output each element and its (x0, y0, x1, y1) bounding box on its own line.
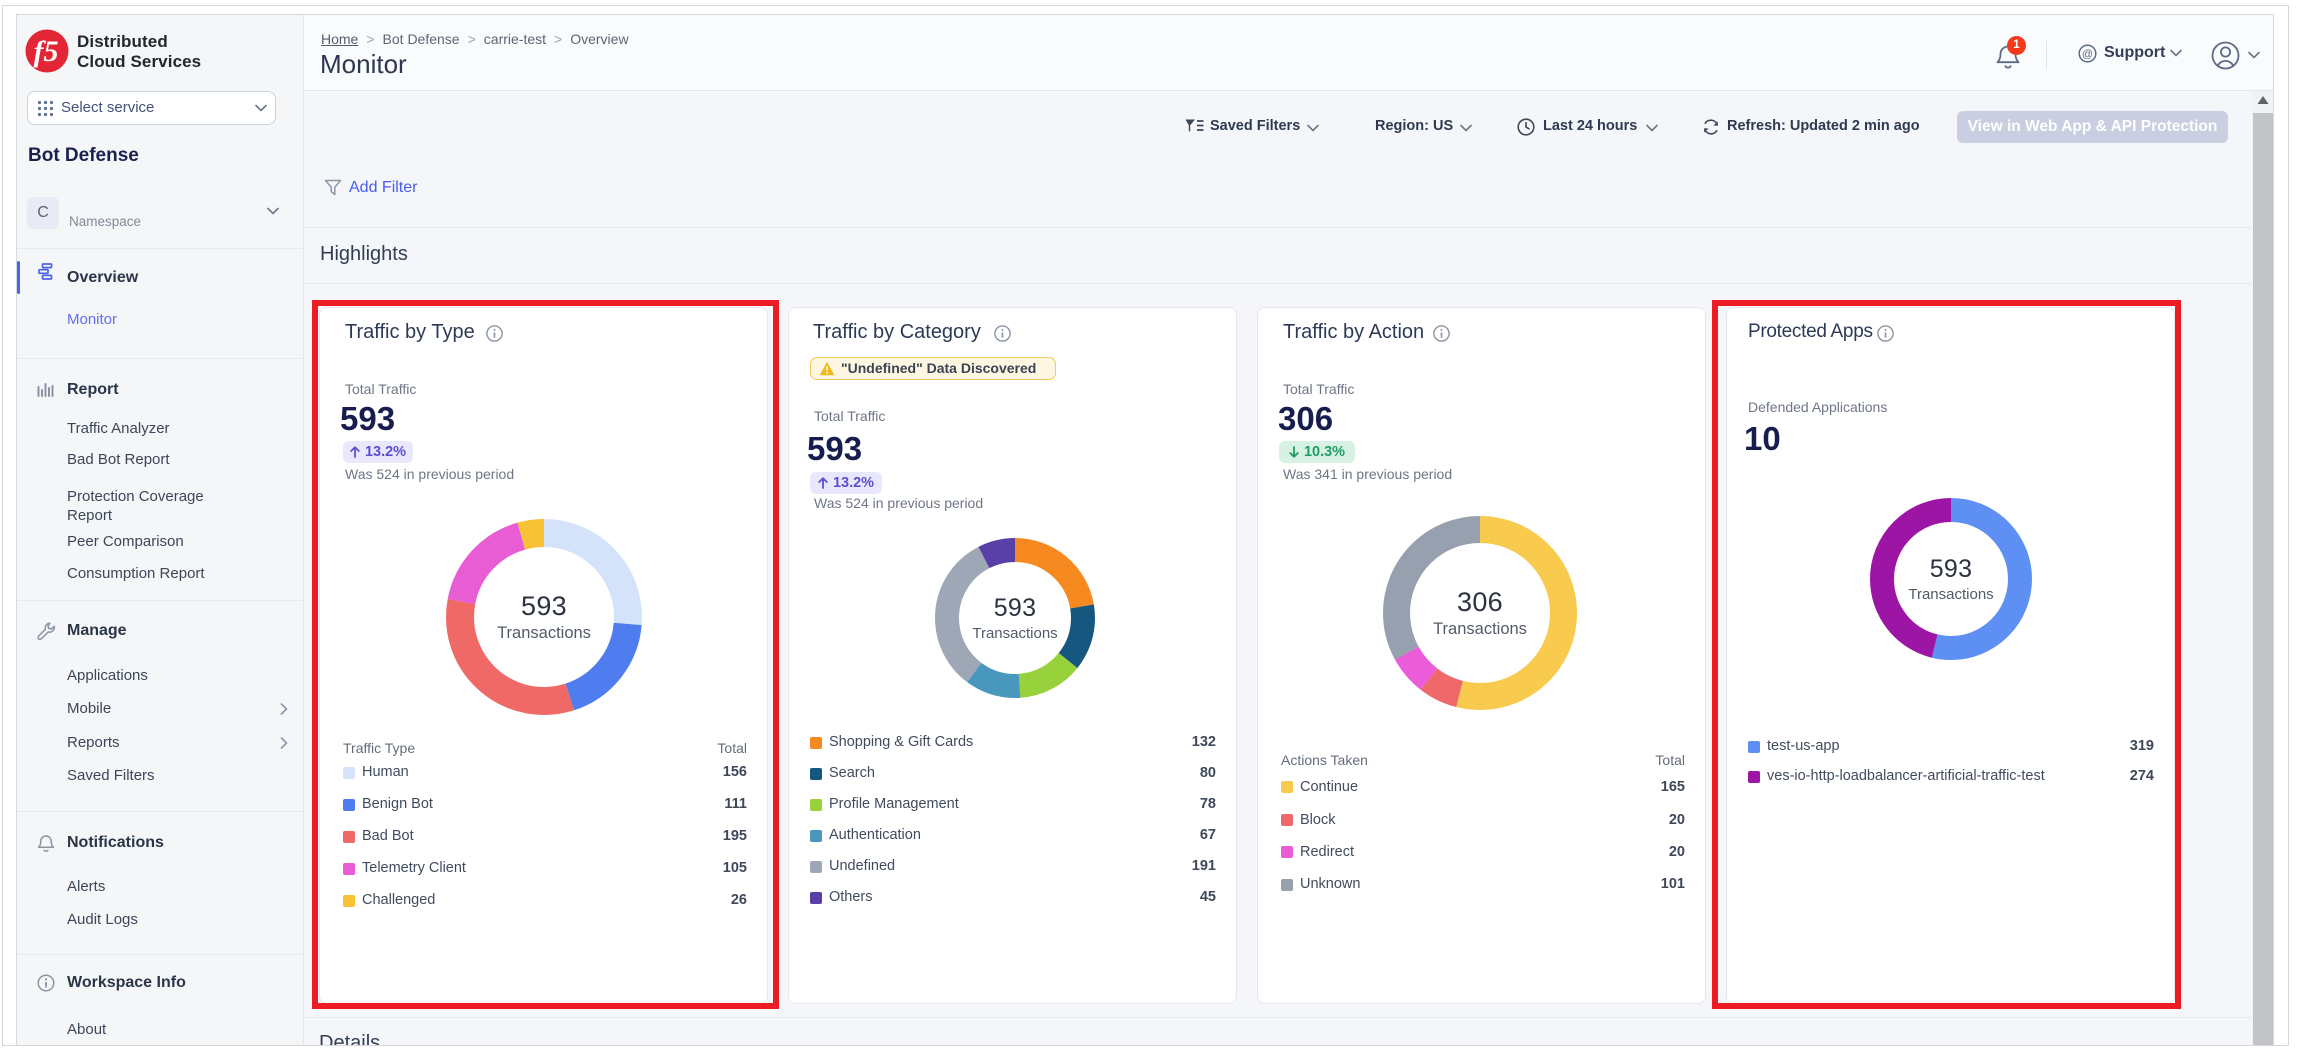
svg-text:@: @ (2082, 48, 2093, 60)
svg-text:f5: f5 (34, 35, 59, 68)
